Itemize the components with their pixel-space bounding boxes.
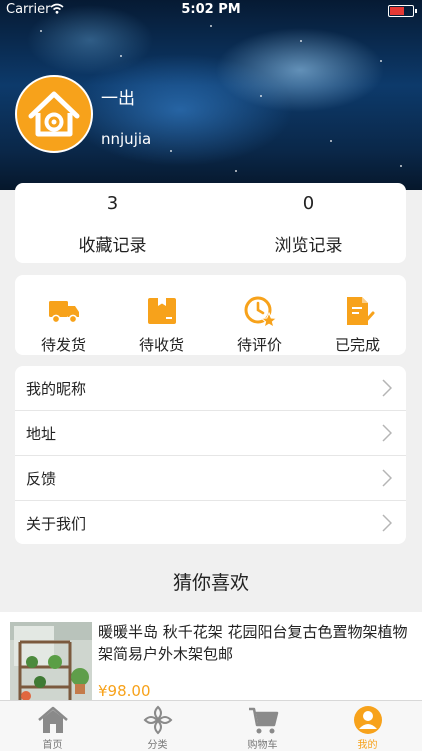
history-count: 0 <box>302 193 315 214</box>
truck-icon <box>49 301 79 324</box>
menu-item-about[interactable]: 关于我们 <box>15 501 406 545</box>
home-icon <box>38 706 68 733</box>
status-time: 5:02 PM <box>181 2 241 17</box>
menu-item-label: 我的昵称 <box>26 380 87 398</box>
order-to-receive-label: 待收货 <box>138 336 184 354</box>
menu-item-label: 反馈 <box>26 470 57 488</box>
chevron-right-icon <box>382 469 392 487</box>
tab-category-label: 分类 <box>147 740 168 751</box>
tab-cart[interactable]: 购物车 <box>210 701 315 751</box>
order-to-ship-label: 待发货 <box>40 336 86 354</box>
history-label: 浏览记录 <box>274 236 343 256</box>
product-price: ¥98.00 <box>98 682 151 700</box>
order-to-review[interactable]: 待评价 <box>211 275 308 355</box>
document-check-icon <box>347 297 375 326</box>
house-logo-icon <box>28 91 80 137</box>
menu-item-label: 地址 <box>26 425 57 443</box>
favorites-label: 收藏记录 <box>78 236 147 256</box>
avatar[interactable] <box>15 75 93 153</box>
tab-mine[interactable]: 我的 <box>315 701 420 751</box>
status-bar: Carrier 5:02 PM <box>0 0 422 20</box>
order-to-ship[interactable]: 待发货 <box>15 275 112 355</box>
order-completed[interactable]: 已完成 <box>309 275 406 355</box>
tab-cart-label: 购物车 <box>247 740 278 751</box>
chevron-right-icon <box>382 514 392 532</box>
menu-item-address[interactable]: 地址 <box>15 411 406 456</box>
product-title[interactable]: 暖暖半岛 秋千花架 花园阳台复古色置物架植物架简易户外木架包邮 <box>98 621 410 665</box>
tab-home-label: 首页 <box>42 740 63 751</box>
category-icon <box>143 705 173 735</box>
favorites-count: 3 <box>106 193 119 214</box>
product-card[interactable]: 暖暖半岛 秋千花架 花园阳台复古色置物架植物架简易户外木架包邮 ¥98.00 <box>0 612 422 702</box>
tab-home[interactable]: 首页 <box>0 701 105 751</box>
chevron-right-icon <box>382 424 392 442</box>
tab-category[interactable]: 分类 <box>105 701 210 751</box>
menu-item-feedback[interactable]: 反馈 <box>15 456 406 501</box>
menu-item-nickname[interactable]: 我的昵称 <box>15 366 406 411</box>
order-to-review-label: 待评价 <box>236 336 282 354</box>
recommend-title: 猜你喜欢 <box>172 572 249 594</box>
cart-icon <box>249 707 279 734</box>
orders-card: 待发货 待收货 待评价 已完成 <box>15 275 406 355</box>
profile-header: Carrier 5:02 PM 一出 nnjujia <box>0 0 422 190</box>
product-image[interactable] <box>10 622 92 702</box>
order-to-receive[interactable]: 待收货 <box>113 275 210 355</box>
menu-item-label: 关于我们 <box>26 515 87 533</box>
user-icon <box>354 706 382 734</box>
box-icon <box>148 298 176 324</box>
favorites-stat[interactable]: 3 收藏记录 <box>15 183 210 263</box>
profile-name: 一出 <box>101 89 135 109</box>
order-completed-label: 已完成 <box>334 336 380 354</box>
battery-icon <box>388 5 417 17</box>
tab-mine-label: 我的 <box>357 740 378 751</box>
tab-bar: 首页 分类 购物车 我的 <box>0 700 422 751</box>
profile-account: nnjujia <box>101 130 152 148</box>
chevron-right-icon <box>382 379 392 397</box>
stats-card: 3 收藏记录 0 浏览记录 <box>15 183 406 263</box>
clock-star-icon <box>244 296 278 329</box>
settings-menu: 我的昵称 地址 反馈 关于我们 <box>15 366 406 544</box>
history-stat[interactable]: 0 浏览记录 <box>211 183 406 263</box>
